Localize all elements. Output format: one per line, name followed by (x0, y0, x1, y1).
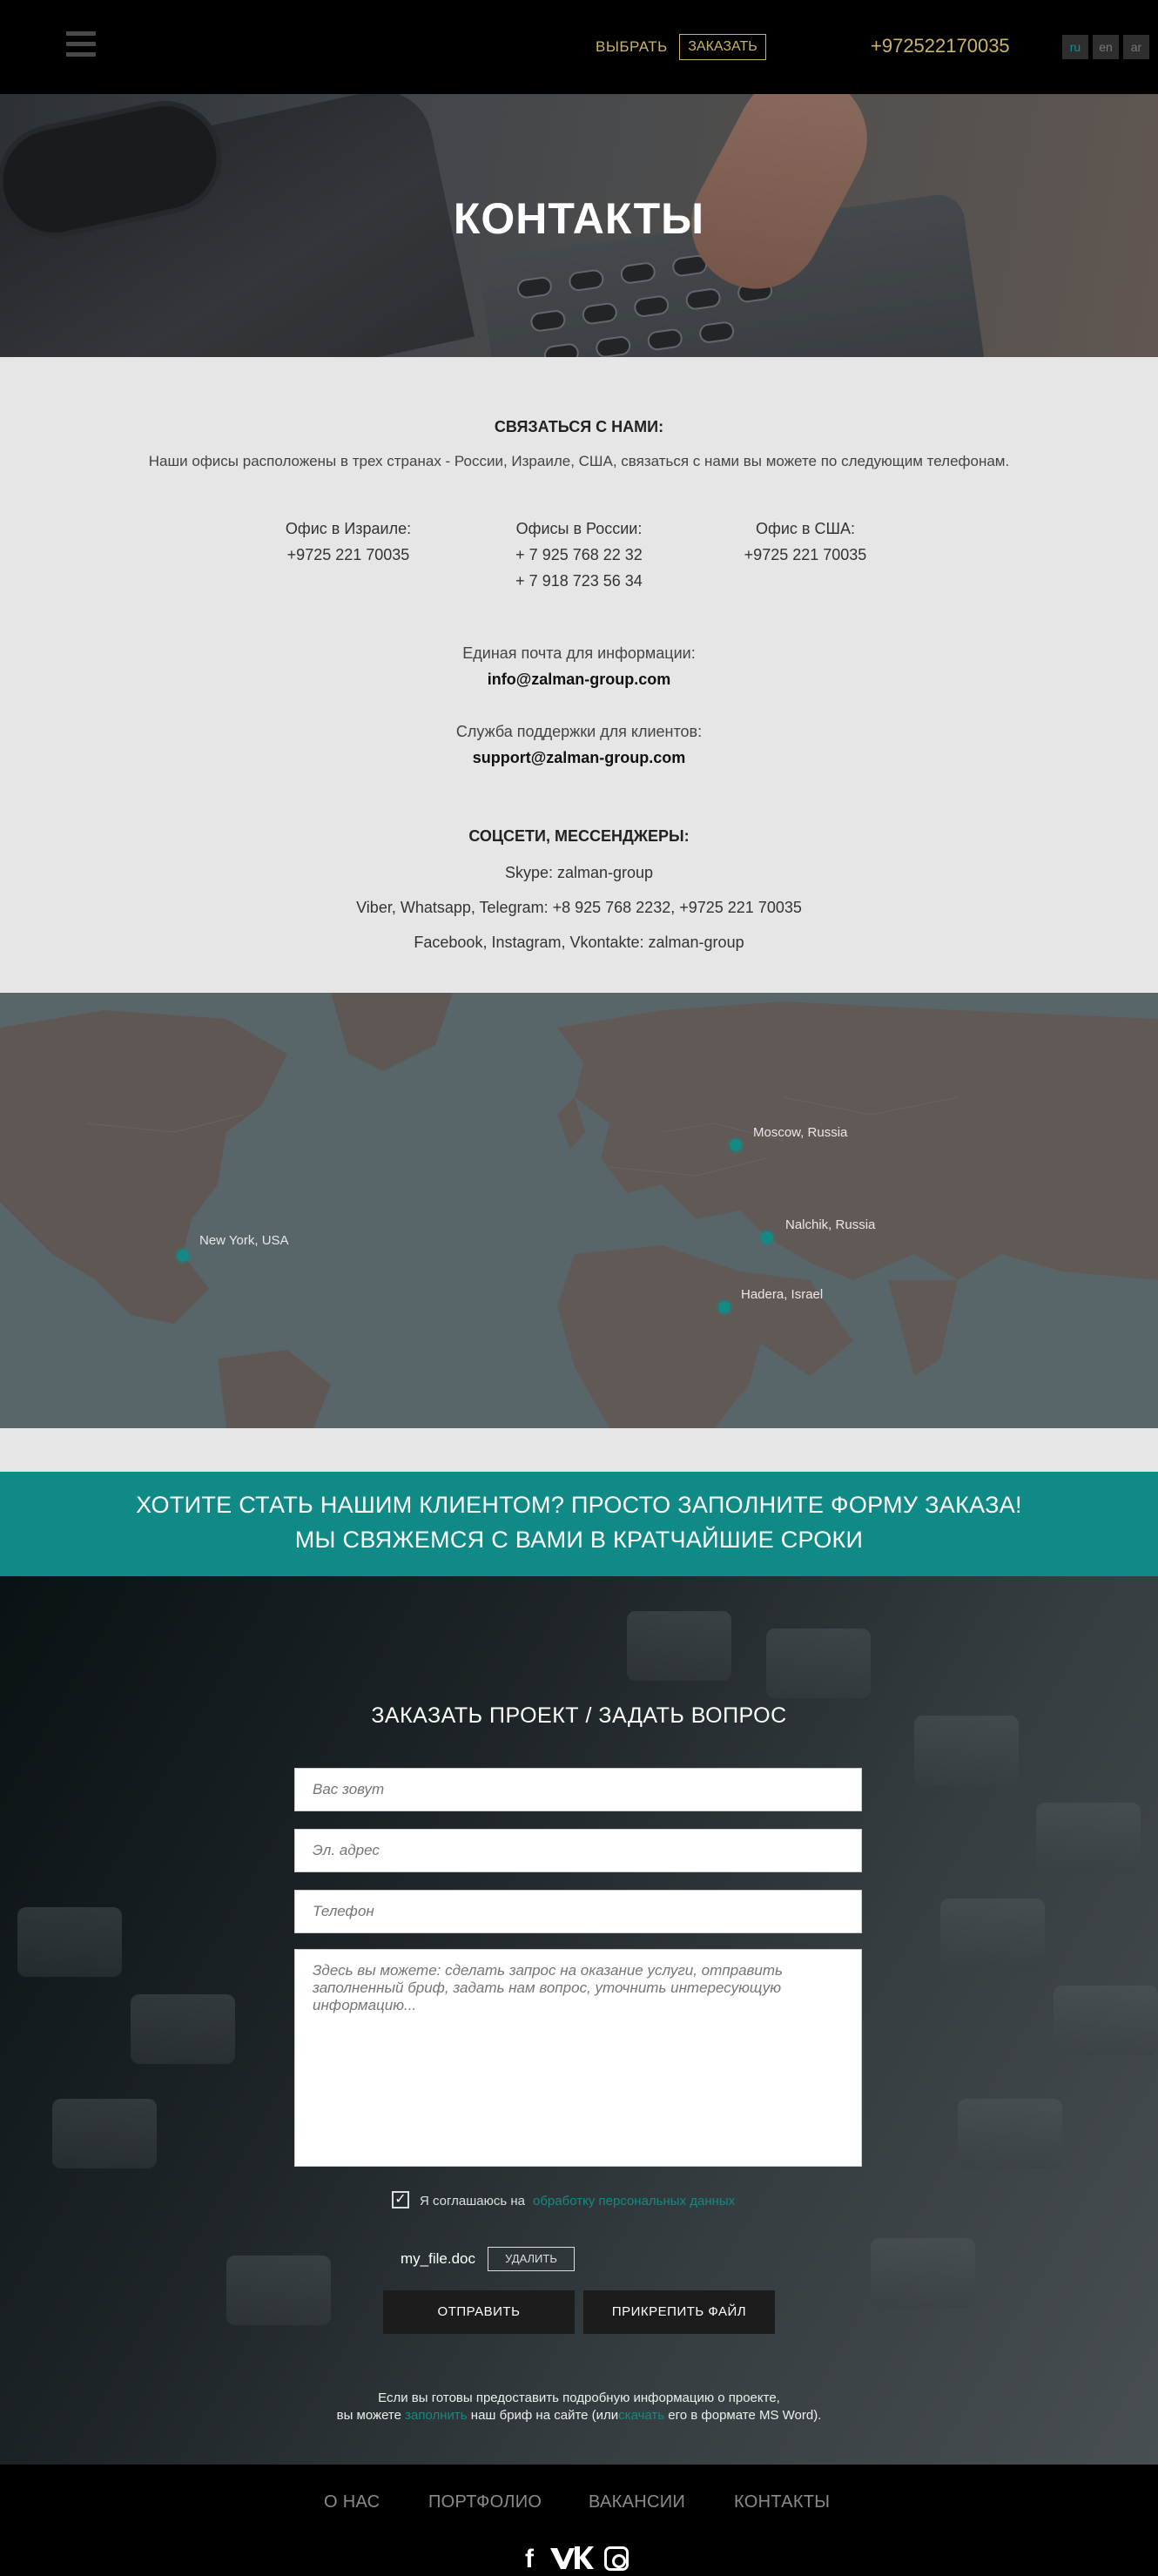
message-textarea[interactable] (294, 1949, 862, 2167)
email-input[interactable] (294, 1829, 862, 1872)
cta-line-1: ХОТИТЕ СТАТЬ НАШИМ КЛИЕНТОМ? ПРОСТО ЗАПО… (136, 1492, 1022, 1518)
footer-nav-about[interactable]: О НАС (324, 2492, 380, 2512)
messengers-line: Viber, Whatsapp, Telegram: +8 925 768 22… (356, 899, 802, 916)
consent-link[interactable]: обработку персональных данных (533, 2194, 735, 2208)
marker-label: Moscow, Russia (753, 1125, 848, 1140)
office-phone[interactable]: + 7 925 768 22 32 (483, 542, 675, 568)
page-title: КОНТАКТЫ (453, 194, 705, 243)
fill-brief-link[interactable]: заполнить (405, 2408, 467, 2423)
name-input[interactable] (294, 1768, 862, 1811)
marker-moscow[interactable] (730, 1139, 742, 1151)
marker-label: Hadera, Israel (741, 1287, 824, 1302)
attach-file-button[interactable]: ПРИКРЕПИТЬ ФАЙЛ (583, 2290, 775, 2334)
office-label: Офисы в России: (515, 520, 643, 537)
footer-nav-vacancies[interactable]: ВАКАНСИИ (589, 2492, 685, 2512)
note-text: вы можете (336, 2408, 401, 2423)
support-label: Служба поддержки для клиентов: (455, 723, 703, 740)
site-footer: О НАС ПОРТФОЛИО ВАКАНСИИ КОНТАКТЫ f (0, 2465, 1158, 2576)
office-label: Офис в США: (756, 520, 855, 537)
world-map[interactable]: Moscow, Russia Nalchik, Russia Hadera, I… (0, 993, 1158, 1428)
marker-hadera[interactable] (718, 1301, 730, 1313)
order-form-section: ЗАКАЗАТЬ ПРОЕКТ / ЗАДАТЬ ВОПРОС ✓ Я согл… (0, 1576, 1158, 2465)
consent-checkbox[interactable]: ✓ (392, 2191, 409, 2208)
marker-new-york[interactable] (177, 1250, 189, 1262)
cta-banner: ХОТИТЕ СТАТЬ НАШИМ КЛИЕНТОМ? ПРОСТО ЗАПО… (0, 1472, 1158, 1576)
marker-label: Nalchik, Russia (785, 1217, 876, 1232)
social-networks-line: Facebook, Instagram, Vkontakte: zalman-g… (414, 934, 744, 951)
marker-label: New York, USA (199, 1233, 289, 1248)
email-label: Единая почта для информации: (462, 644, 696, 662)
contacts-section: СВЯЗАТЬСЯ С НАМИ: Наши офисы расположены… (0, 357, 1158, 993)
office-phone[interactable]: +9725 221 70035 (710, 542, 901, 568)
footer-nav-portfolio[interactable]: ПОРТФОЛИО (428, 2492, 542, 2512)
menu-icon[interactable] (66, 31, 96, 57)
lang-ru-button[interactable]: ru (1062, 35, 1088, 59)
map-graphic (0, 993, 1158, 1428)
email-link[interactable]: info@zalman-group.com (0, 671, 1158, 689)
facebook-icon[interactable]: f (521, 2545, 538, 2574)
brief-note-line-2: вы можете заполнить наш бриф на сайте (и… (0, 2408, 1158, 2423)
footer-nav-contacts[interactable]: КОНТАКТЫ (734, 2492, 830, 2512)
note-text: наш бриф на сайте (или (470, 2408, 619, 2423)
send-button[interactable]: ОТПРАВИТЬ (383, 2290, 575, 2334)
nav-choose-link[interactable]: ВЫБРАТЬ (596, 38, 668, 56)
contacts-title: СВЯЗАТЬСЯ С НАМИ: (494, 418, 664, 435)
hero-banner: КОНТАКТЫ (0, 94, 1158, 357)
office-russia: Офисы в России: + 7 925 768 22 32 + 7 91… (483, 516, 675, 594)
social-title: СОЦСЕТИ, МЕССЕНДЖЕРЫ: (468, 827, 690, 845)
delete-file-button[interactable]: УДАЛИТЬ (488, 2247, 575, 2271)
vk-icon[interactable] (549, 2545, 594, 2571)
office-phone[interactable]: + 7 918 723 56 34 (483, 568, 675, 594)
attached-file-name: my_file.doc (401, 2250, 475, 2267)
office-israel: Офис в Израиле: +9725 221 70035 (252, 516, 444, 568)
lang-en-button[interactable]: en (1093, 35, 1119, 59)
contacts-intro: Наши офисы расположены в трех странах - … (148, 453, 1010, 469)
marker-nalchik[interactable] (761, 1231, 773, 1244)
brief-note-line-1: Если вы готовы предоставить подробную ин… (378, 2391, 780, 2405)
phone-input[interactable] (294, 1890, 862, 1933)
office-usa: Офис в США: +9725 221 70035 (710, 516, 901, 568)
cta-line-2: МЫ СВЯЖЕМСЯ С ВАМИ В КРАТЧАЙШИЕ СРОКИ (294, 1527, 864, 1553)
header-phone[interactable]: +972522170035 (871, 35, 1010, 57)
download-brief-link[interactable]: скачать (618, 2408, 664, 2423)
site-header: ВЫБРАТЬ ЗАКАЗАТЬ +972522170035 ru en ar (0, 0, 1158, 94)
skype-line: Skype: zalman-group (504, 864, 654, 881)
form-title: ЗАКАЗАТЬ ПРОЕКТ / ЗАДАТЬ ВОПРОС (371, 1703, 787, 1728)
nav-order-button[interactable]: ЗАКАЗАТЬ (679, 34, 766, 60)
spacer-strip (0, 1428, 1158, 1472)
support-email-link[interactable]: support@zalman-group.com (0, 749, 1158, 767)
note-text: его в формате MS Word). (668, 2408, 822, 2423)
office-phone[interactable]: +9725 221 70035 (252, 542, 444, 568)
lang-ar-button[interactable]: ar (1123, 35, 1149, 59)
consent-text: Я соглашаюсь на (420, 2194, 525, 2208)
office-label: Офис в Израиле: (285, 520, 412, 537)
instagram-icon[interactable] (604, 2546, 629, 2571)
